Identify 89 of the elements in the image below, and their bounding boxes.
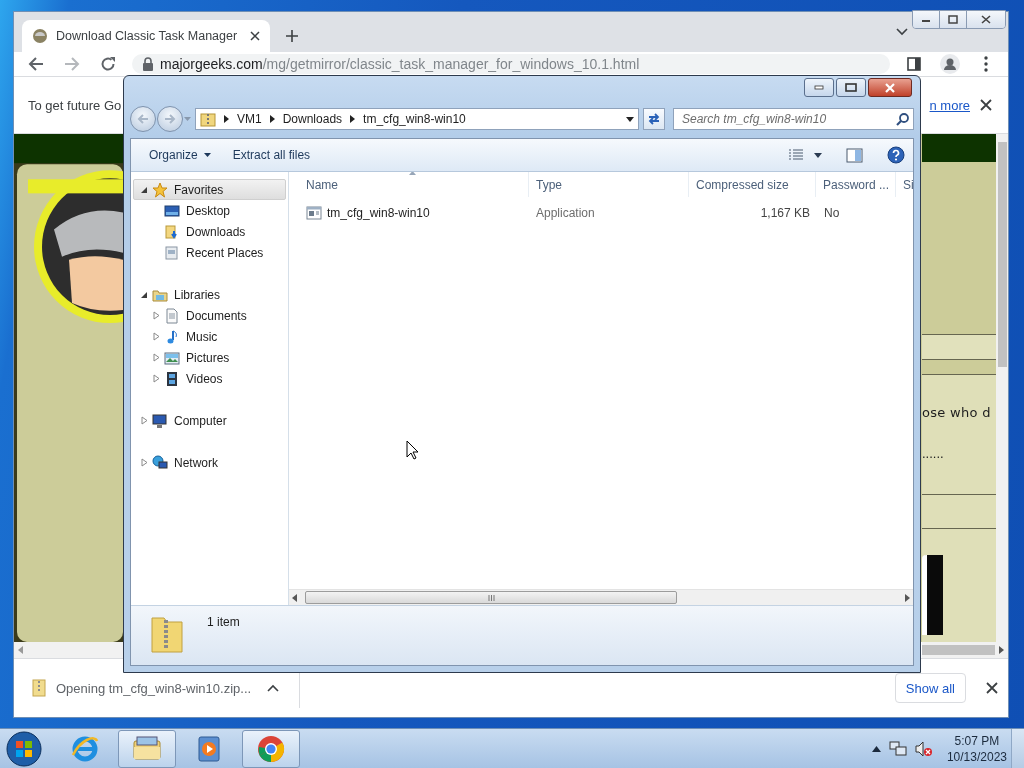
reload-icon[interactable] [100,56,116,72]
info-message: To get future Go [28,97,122,113]
scroll-right-icon[interactable] [999,646,1004,654]
help-icon[interactable] [887,146,905,164]
nav-item[interactable]: Network [133,452,286,473]
browser-tab[interactable]: Download Classic Task Manager [22,20,270,52]
taskbar-button[interactable] [118,729,176,768]
table-cell-text: No [823,205,841,222]
column-header[interactable]: Password ... [816,172,896,197]
close-icon[interactable] [250,31,260,41]
address-bar[interactable]: majorgeeks.com/mg/getmirror/classic_task_manager_for_windows_10.1.html [132,54,890,74]
nav-item[interactable]: Videos [133,368,286,389]
close-icon[interactable] [980,99,992,111]
expand-arrow-icon[interactable] [140,290,149,299]
page-text: ...... [922,445,945,461]
scroll-left-icon[interactable] [292,593,297,602]
caret-up-icon[interactable] [871,745,881,752]
chevron-down-icon[interactable] [896,28,908,36]
toolbar-button[interactable]: Extract all files [224,143,319,167]
preview-pane-icon[interactable] [846,147,863,163]
maximize-icon[interactable] [948,15,958,24]
nav-item[interactable]: Documents [133,305,286,326]
expand-arrow-icon[interactable] [140,185,149,194]
taskbar-button[interactable] [242,729,300,768]
application-icon [306,206,322,220]
breadcrumb-item[interactable]: Downloads [282,112,343,126]
star-icon [152,181,168,198]
toolbar-button[interactable]: Organize [141,143,219,167]
refresh-icon [647,113,661,125]
download-item[interactable]: Opening tm_cfg_win8-win10.zip... [56,680,252,696]
zip-file-icon [32,679,46,697]
horizontal-scrollbar[interactable] [289,589,913,605]
caret-down-icon[interactable] [626,116,634,122]
close-icon[interactable] [986,682,998,694]
vertical-scrollbar[interactable] [996,134,1008,642]
sidebar-icon[interactable] [907,57,921,71]
chevron-right-icon[interactable] [269,115,275,123]
cursor-icon [406,440,419,460]
learn-more-link[interactable]: n more [929,97,970,113]
caret-down-icon [203,153,211,157]
show-all-button[interactable]: Show all [894,673,966,703]
new-tab-icon[interactable] [285,29,299,43]
nav-item[interactable]: Music [133,326,286,347]
show-desktop-button[interactable] [1011,728,1024,768]
close-icon[interactable] [981,15,991,24]
network-icon[interactable] [888,740,907,757]
nav-item[interactable]: Desktop [133,200,286,221]
file-name-cell[interactable]: tm_cfg_win8-win10 [289,202,529,224]
zip-folder-icon [200,111,216,127]
search-icon[interactable] [896,113,909,126]
caret-down-icon[interactable] [814,152,822,158]
menu-icon[interactable] [984,56,988,72]
nav-item[interactable]: Recent Places [133,242,286,263]
volume-muted-icon[interactable] [914,740,933,757]
nav-item[interactable]: Libraries [133,284,286,305]
caret-up-icon[interactable] [267,684,280,692]
column-header[interactable]: Name [289,172,529,197]
clock[interactable]: 5:07 PM 10/13/2023 [946,732,1007,765]
lock-icon [142,57,154,71]
breadcrumb-item[interactable]: VM1 [237,112,262,126]
scrollbar-thumb[interactable] [922,642,1008,658]
scroll-right-icon[interactable] [905,593,910,602]
minimize-icon[interactable] [814,85,824,90]
table-cell-text: Application [535,205,596,222]
nav-item[interactable]: Favorites [133,179,286,200]
sort-arrow-icon [409,172,416,175]
url-text: majorgeeks.com/mg/getmirror/classic_task_manager_for_windows_10.1.html [160,56,641,72]
breadcrumb-item[interactable]: tm_cfg_win8-win10 [363,112,466,126]
profile-icon[interactable] [940,54,960,74]
chevron-right-icon[interactable] [224,115,229,123]
nav-item[interactable]: Computer [133,410,286,431]
site-favicon [32,28,48,44]
nav-item[interactable]: Pictures [133,347,286,368]
back-icon[interactable] [28,56,44,72]
chevron-right-icon[interactable] [350,115,356,123]
column-header[interactable]: Si [896,172,913,197]
table-cell-text: 1,167 KB [759,205,811,222]
start-button[interactable] [6,730,42,767]
address-bar[interactable]: VM1 Downloads tm_cfg_win8-win10 [195,108,639,130]
maximize-icon[interactable] [845,83,857,92]
refresh-button[interactable] [643,108,665,130]
page-text: ose who d [922,404,992,420]
item-count: 1 item [207,615,240,629]
search-field[interactable]: Search tm_cfg_win8-win10 [673,108,914,130]
grip-icon [487,594,495,601]
nav-item[interactable]: Downloads [133,221,286,242]
column-header[interactable]: Type [529,172,689,197]
column-header[interactable]: Compressed size [689,172,816,197]
scroll-left-icon [18,646,23,654]
